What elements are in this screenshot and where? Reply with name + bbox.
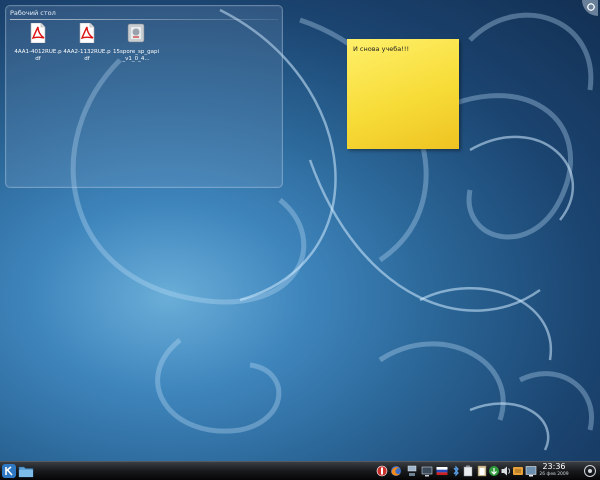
desktop-file-pdf-2[interactable]: 4AA2-1132RUE.pdf [63, 22, 111, 63]
keyboard-layout-icon[interactable] [436, 464, 448, 478]
sticky-note[interactable]: И снова учеба!!! [347, 39, 459, 149]
antivirus-icon[interactable] [376, 464, 388, 478]
file-name: 4AA1-4012RUE.pdf [14, 49, 62, 62]
volume-icon[interactable] [500, 464, 512, 478]
network-icon[interactable] [406, 464, 418, 478]
bluetooth-icon[interactable] [450, 464, 462, 478]
desktop-folder-view[interactable]: Рабочий стол 4AA1-4012RUE.pdf 4AA2-1132R… [5, 5, 283, 188]
file-name: 15spore_sp_gapi_v1_0_4... [113, 49, 159, 62]
folder-view-title: Рабочий стол [10, 9, 56, 17]
archive-icon [127, 23, 145, 43]
update-icon[interactable] [488, 464, 500, 478]
taskbar: 23:36 26 фев 2009 [0, 461, 600, 480]
folder-view-divider [10, 19, 278, 20]
panel-toolbox-icon[interactable] [583, 464, 597, 478]
pdf-icon [30, 22, 46, 44]
clock-time: 23:36 [542, 462, 566, 471]
desktop-file-archive[interactable]: 15spore_sp_gapi_v1_0_4... [112, 23, 160, 63]
firefox-icon[interactable] [390, 464, 402, 478]
folder-icon[interactable] [18, 464, 34, 478]
desktop-toolbox-icon[interactable] [578, 0, 598, 20]
sticky-note-text[interactable]: И снова учеба!!! [353, 45, 409, 53]
file-name: 4AA2-1132RUE.pdf [63, 49, 111, 62]
kde-menu-icon[interactable] [2, 464, 16, 478]
clipboard-icon[interactable] [476, 464, 488, 478]
download-icon[interactable] [512, 464, 524, 478]
pdf-icon [79, 22, 95, 44]
clock[interactable]: 23:36 26 фев 2009 [532, 462, 576, 478]
clock-date: 26 фев 2009 [539, 472, 569, 477]
desktop-file-pdf-1[interactable]: 4AA1-4012RUE.pdf [14, 22, 62, 63]
battery-icon[interactable] [462, 464, 474, 478]
monitor-icon[interactable] [421, 464, 433, 478]
